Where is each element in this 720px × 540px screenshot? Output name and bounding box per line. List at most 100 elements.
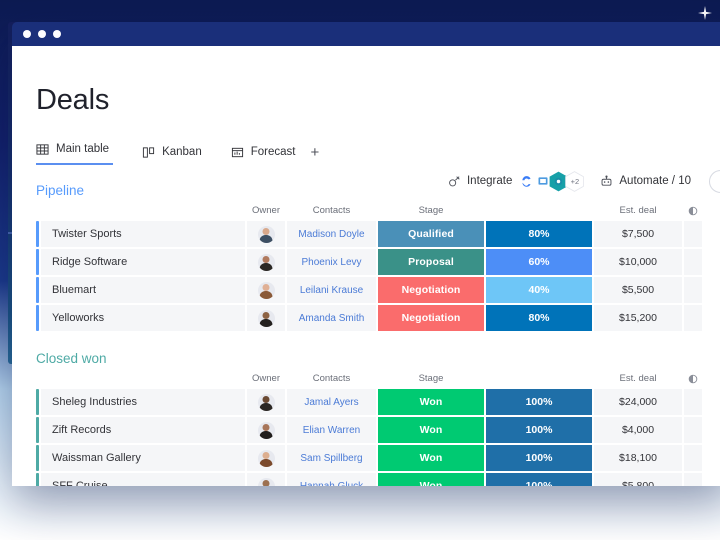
cell-owner[interactable] [247,277,285,303]
column-header-owner[interactable]: Owner [247,205,285,217]
cell-close-probability[interactable]: 60% [486,249,592,275]
cell-contact[interactable]: Madison Doyle [287,221,376,247]
cell-stage[interactable]: Qualified [378,221,484,247]
cell-overflow[interactable] [684,249,702,275]
cell-contact[interactable]: Amanda Smith [287,305,376,331]
cell-owner[interactable] [247,305,285,331]
table-row[interactable]: SFF Cruise Hannah Gluck Won 100% $5,800 [36,473,720,486]
cell-est-deal[interactable]: $24,000 [594,389,682,415]
add-view-button[interactable]: + [310,145,319,160]
integration-overflow-badge[interactable]: +2 [565,170,585,192]
column-header-contacts[interactable]: Contacts [287,373,376,385]
cell-stage[interactable]: Won [378,417,484,443]
avatar[interactable] [257,309,275,327]
column-header-more-icon[interactable] [684,373,702,385]
cell-est-deal[interactable]: $5,500 [594,277,682,303]
avatar[interactable] [257,449,275,467]
cell-overflow[interactable] [684,305,702,331]
cell-est-deal[interactable]: $18,100 [594,445,682,471]
cell-stage[interactable]: Negotiation [378,305,484,331]
automate-button[interactable]: Automate / 10 [600,175,691,188]
table-row[interactable]: Ridge Software Phoenix Levy Proposal 60% $10… [36,249,720,275]
cell-owner[interactable] [247,249,285,275]
table-row[interactable]: Twister Sports Madison Doyle Qualified 80% $… [36,221,720,247]
cell-deal-name[interactable]: Zift Records [41,417,245,443]
cell-est-deal[interactable]: $5,800 [594,473,682,486]
cell-stage[interactable]: Proposal [378,249,484,275]
cell-deal-name[interactable]: Bluemart [41,277,245,303]
cell-overflow[interactable] [684,221,702,247]
cell-contact[interactable]: Jamal Ayers [287,389,376,415]
integration-badges[interactable]: +2 [517,170,585,192]
cell-deal-name[interactable]: Waissman Gallery [41,445,245,471]
cell-close-probability[interactable]: 40% [486,277,592,303]
column-header-est-deal[interactable]: Est. deal [594,205,682,217]
row-accent-bar [36,221,39,247]
cell-close-probability[interactable]: 100% [486,445,592,471]
column-header-more-icon[interactable] [684,205,702,217]
group-title[interactable]: Closed won [36,351,720,366]
avatar[interactable] [257,421,275,439]
avatar[interactable] [257,477,275,486]
cell-owner[interactable] [247,445,285,471]
cell-owner[interactable] [247,473,285,486]
cell-est-deal[interactable]: $7,500 [594,221,682,247]
cell-deal-name[interactable]: Twister Sports [41,221,245,247]
cell-overflow[interactable] [684,445,702,471]
cell-est-deal[interactable]: $4,000 [594,417,682,443]
cell-close-probability[interactable]: 100% [486,473,592,486]
cell-est-deal[interactable]: $15,200 [594,305,682,331]
avatar[interactable] [257,281,275,299]
cell-stage[interactable]: Negotiation [378,277,484,303]
column-header-contacts[interactable]: Contacts [287,205,376,217]
cell-close-probability[interactable]: 100% [486,417,592,443]
cell-contact[interactable]: Leilani Krause [287,277,376,303]
user-avatar[interactable] [709,169,720,193]
tab-kanban[interactable]: Kanban [142,139,202,165]
cell-deal-name[interactable]: Sheleg Industries [41,389,245,415]
integrate-button[interactable]: Integrate +2 [448,170,585,192]
cell-deal-name[interactable]: Yelloworks [41,305,245,331]
cell-est-deal[interactable]: $10,000 [594,249,682,275]
avatar[interactable] [257,393,275,411]
cell-overflow[interactable] [684,389,702,415]
cell-stage[interactable]: Won [378,389,484,415]
column-header-stage[interactable]: Stage [378,373,484,385]
cell-owner[interactable] [247,221,285,247]
column-header-est-deal[interactable]: Est. deal [594,373,682,385]
window-close-dot[interactable] [23,30,31,38]
table-row[interactable]: Yelloworks Amanda Smith Negotiation 80% $15,… [36,305,720,331]
avatar[interactable] [257,253,275,271]
cell-stage[interactable]: Won [378,473,484,486]
tab-main-table[interactable]: Main table [36,139,114,165]
column-header-stage[interactable]: Stage [378,205,484,217]
cell-overflow[interactable] [684,277,702,303]
cell-contact[interactable]: Elian Warren [287,417,376,443]
cell-contact[interactable]: Phoenix Levy [287,249,376,275]
window-minimize-dot[interactable] [38,30,46,38]
table-row[interactable]: Waissman Gallery Sam Spillberg Won 100% $18,… [36,445,720,471]
cell-overflow[interactable] [684,417,702,443]
cell-close-probability[interactable]: 80% [486,221,592,247]
column-header-owner[interactable]: Owner [247,373,285,385]
avatar[interactable] [257,225,275,243]
cell-deal-name[interactable]: Ridge Software [41,249,245,275]
cell-owner[interactable] [247,389,285,415]
cell-overflow[interactable] [684,473,702,486]
column-header-name[interactable] [41,205,245,217]
cell-stage[interactable]: Won [378,445,484,471]
cell-contact[interactable]: Sam Spillberg [287,445,376,471]
cell-close-probability[interactable]: 80% [486,305,592,331]
table-row[interactable]: Zift Records Elian Warren Won 100% $4,000 [36,417,720,443]
column-header-probability[interactable]: Close probability [486,373,592,385]
table-row[interactable]: Bluemart Leilani Krause Negotiation 40% $5,5… [36,277,720,303]
column-header-probability[interactable]: Close probability [486,205,592,217]
window-maximize-dot[interactable] [53,30,61,38]
tab-forecast[interactable]: Forecast [231,139,295,165]
column-header-name[interactable] [41,373,245,385]
cell-owner[interactable] [247,417,285,443]
cell-close-probability[interactable]: 100% [486,389,592,415]
cell-deal-name[interactable]: SFF Cruise [41,473,245,486]
cell-contact[interactable]: Hannah Gluck [287,473,376,486]
table-row[interactable]: Sheleg Industries Jamal Ayers Won 100% $24,0… [36,389,720,415]
